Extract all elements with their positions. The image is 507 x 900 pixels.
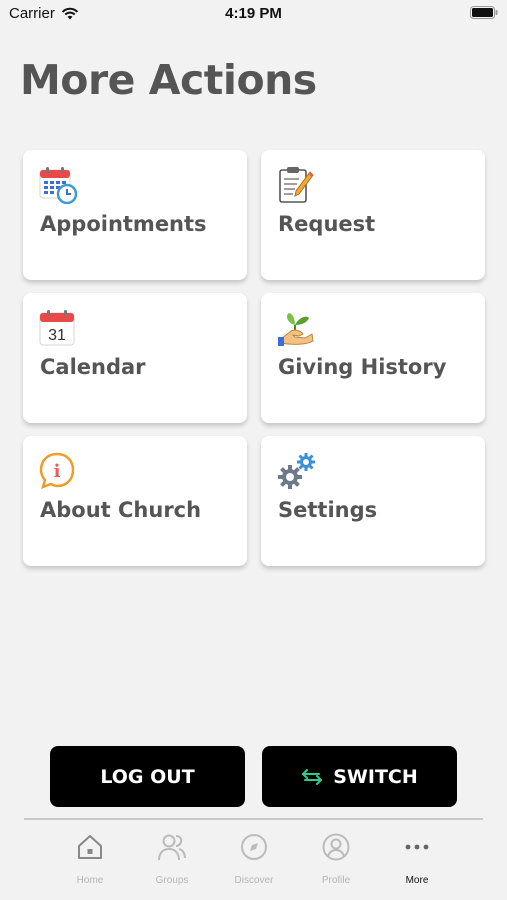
request-label: Request (278, 212, 376, 236)
giving-history-label: Giving History (278, 355, 447, 379)
status-bar: Carrier 4:19 PM (0, 0, 507, 28)
info-bubble-icon: i (39, 452, 75, 490)
logout-button[interactable]: LOG OUT (50, 746, 245, 807)
tab-home[interactable]: Home (49, 832, 131, 896)
tab-bar-divider (24, 818, 483, 820)
switch-button[interactable]: SWITCH (262, 746, 457, 807)
settings-card[interactable]: Settings (261, 436, 485, 566)
tab-more[interactable]: More (376, 832, 458, 896)
info-glyph: i (54, 461, 61, 482)
settings-label: Settings (278, 498, 378, 522)
battery-icon (470, 6, 498, 19)
appointments-card[interactable]: Appointments (23, 150, 247, 280)
more-dots-icon (405, 844, 429, 850)
giving-history-card[interactable]: Giving History (261, 293, 485, 423)
logout-label: LOG OUT (100, 765, 195, 788)
tab-groups-label: Groups (155, 875, 189, 886)
request-card[interactable]: Request (261, 150, 485, 280)
calendar-date: 31 (48, 327, 66, 344)
calendar-clock-icon (39, 167, 77, 204)
calendar-card[interactable]: 31 Calendar (23, 293, 247, 423)
appointments-label: Appointments (40, 212, 207, 236)
status-time: 4:19 PM (225, 5, 282, 22)
tab-home-label: Home (76, 875, 104, 886)
about-church-card[interactable]: i About Church (23, 436, 247, 566)
groups-icon (158, 834, 186, 861)
tab-bar: Home Groups Discover Profile More (0, 818, 507, 900)
tab-more-label: More (405, 875, 429, 886)
clipboard-pen-icon (279, 167, 314, 203)
switch-label: SWITCH (333, 765, 418, 788)
gears-icon (278, 453, 315, 489)
tab-profile[interactable]: Profile (295, 832, 377, 896)
about-church-label: About Church (40, 498, 202, 522)
calendar-icon: 31 (39, 310, 75, 346)
tab-discover[interactable]: Discover (213, 832, 295, 896)
plant-hand-icon (278, 313, 314, 346)
tab-discover-label: Discover (234, 875, 274, 886)
switch-arrows-icon (302, 768, 323, 785)
page-title: More Actions (20, 56, 317, 104)
home-icon (78, 835, 102, 859)
profile-icon (322, 833, 350, 861)
tab-profile-label: Profile (321, 875, 351, 886)
tab-groups[interactable]: Groups (131, 832, 213, 896)
calendar-label: Calendar (40, 355, 146, 379)
compass-icon (241, 834, 267, 860)
